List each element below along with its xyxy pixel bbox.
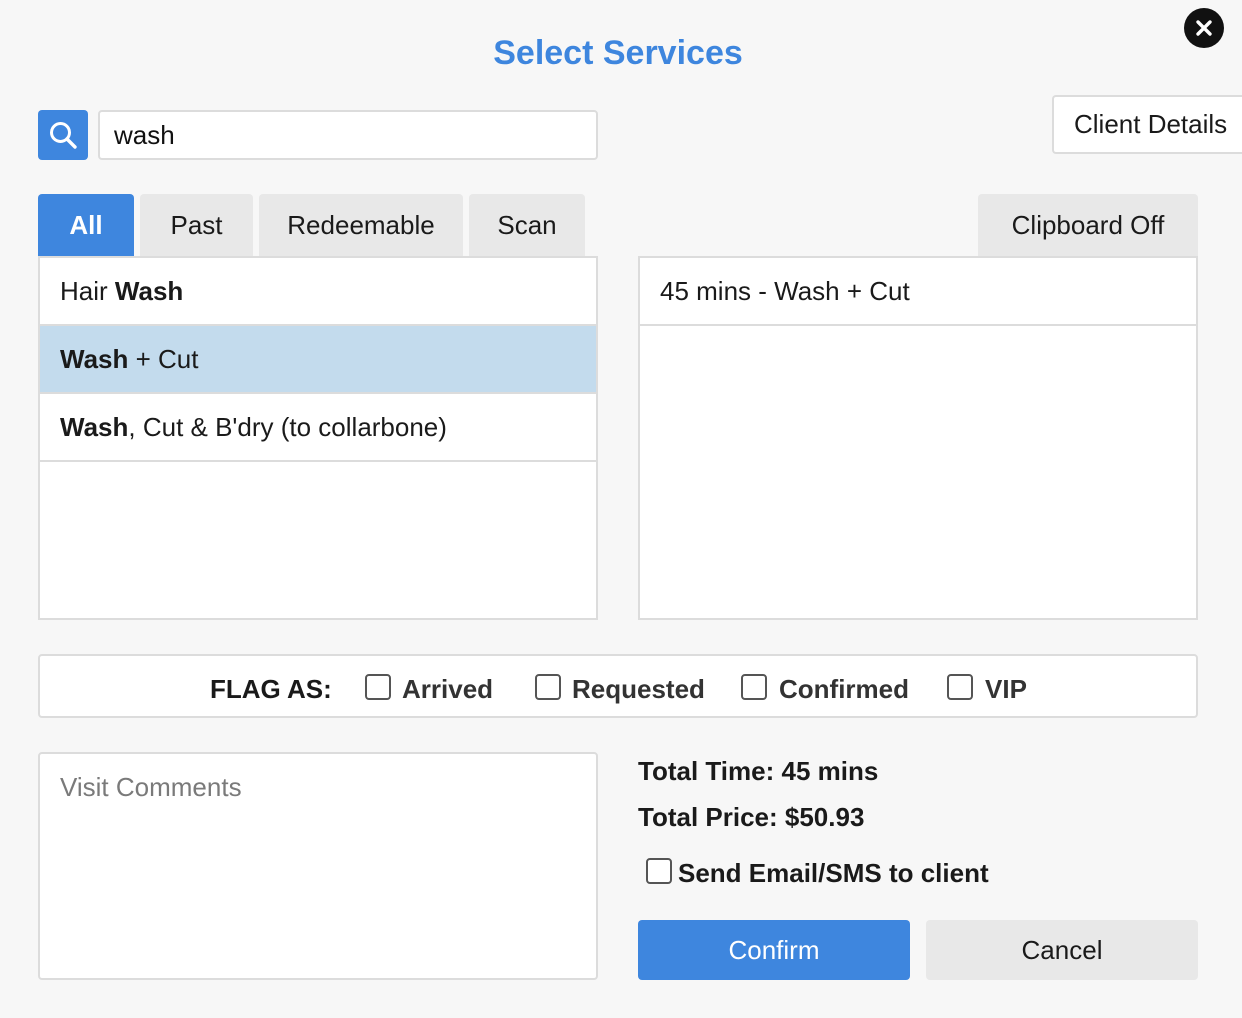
requested-checkbox[interactable]: [535, 674, 561, 700]
service-name-match: Wash: [114, 275, 184, 306]
tab-past[interactable]: Past: [140, 194, 253, 256]
selected-service-label: 45 mins - Wash + Cut: [660, 275, 910, 306]
search-button[interactable]: [38, 110, 88, 160]
service-list: Hair Wash Wash + Cut Wash, Cut & B'dry (…: [38, 256, 598, 620]
selected-service-row[interactable]: 45 mins - Wash + Cut: [640, 258, 1196, 326]
service-name-match: Wash: [60, 343, 129, 374]
vip-label[interactable]: VIP: [985, 674, 1027, 705]
confirmed-checkbox[interactable]: [741, 674, 767, 700]
cancel-button[interactable]: Cancel: [926, 920, 1198, 980]
service-name-suffix: + Cut: [128, 343, 199, 374]
arrived-checkbox[interactable]: [365, 674, 391, 700]
client-details-button[interactable]: Client Details: [1052, 95, 1242, 154]
service-row-selected[interactable]: Wash + Cut: [40, 326, 596, 394]
vip-checkbox[interactable]: [947, 674, 973, 700]
close-icon: [1196, 20, 1212, 36]
dialog-title: Select Services: [493, 34, 743, 72]
clipboard-toggle-button[interactable]: Clipboard Off: [978, 194, 1198, 256]
send-notification-label[interactable]: Send Email/SMS to client: [678, 858, 989, 889]
tab-scan[interactable]: Scan: [469, 194, 585, 256]
send-notification-checkbox[interactable]: [646, 858, 672, 884]
service-name-prefix: Hair: [60, 275, 115, 306]
search-input[interactable]: [98, 110, 598, 160]
service-row[interactable]: Wash, Cut & B'dry (to collarbone): [40, 394, 596, 462]
service-row[interactable]: Hair Wash: [40, 258, 596, 326]
selected-services-list: 45 mins - Wash + Cut: [638, 256, 1198, 620]
total-price: Total Price: $50.93: [638, 802, 865, 832]
search-icon: [50, 122, 77, 149]
visit-comments-field[interactable]: [38, 752, 598, 980]
service-name-match: Wash: [60, 411, 129, 442]
arrived-label[interactable]: Arrived: [402, 674, 493, 705]
flag-as-label: FLAG AS:: [210, 674, 332, 704]
close-button[interactable]: [1184, 8, 1224, 48]
requested-label[interactable]: Requested: [572, 674, 705, 705]
flag-as-bar: FLAG AS: Arrived Requested Confirmed VIP: [38, 654, 1198, 718]
confirmed-label[interactable]: Confirmed: [779, 674, 909, 705]
tab-redeemable[interactable]: Redeemable: [259, 194, 463, 256]
tab-all[interactable]: All: [38, 194, 134, 256]
total-time: Total Time: 45 mins: [638, 756, 879, 786]
confirm-button[interactable]: Confirm: [638, 920, 910, 980]
service-name-suffix: , Cut & B'dry (to collarbone): [128, 411, 447, 442]
